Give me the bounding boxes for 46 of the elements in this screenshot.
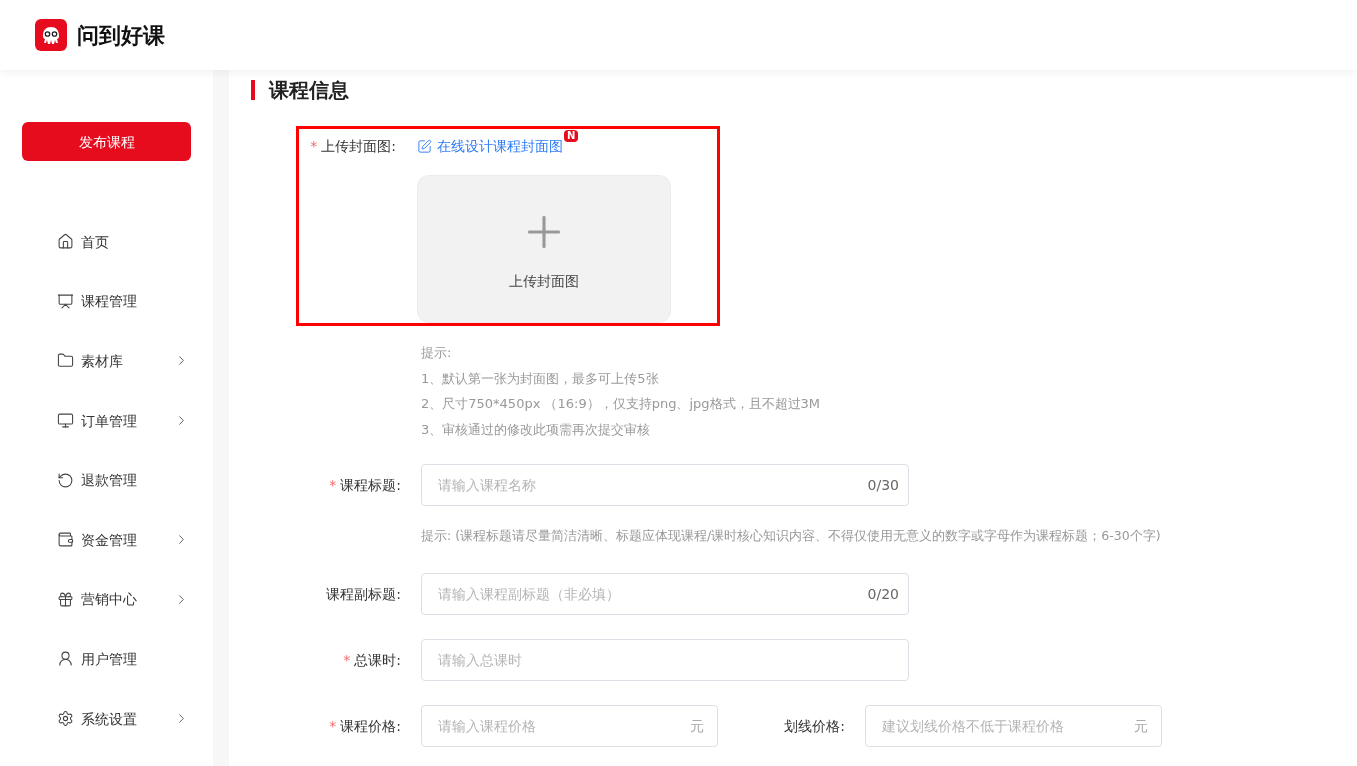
sidebar-item[interactable]: 退款管理 xyxy=(0,450,213,510)
required-mark: * xyxy=(329,476,337,495)
new-badge: N xyxy=(564,130,579,142)
character-counter: 0/30 xyxy=(867,476,899,495)
wallet-icon xyxy=(57,531,74,549)
sidebar-item[interactable]: 课程管理 xyxy=(0,271,213,332)
user-icon xyxy=(57,650,74,668)
edit-icon xyxy=(417,138,432,154)
field-label: 课程价格: xyxy=(340,716,401,736)
tip-text: 2、尺寸750*450px （16:9），仅支持png、jpg格式，且不超过3M xyxy=(421,395,821,413)
character-counter: 0/20 xyxy=(867,584,899,604)
upload-cover-button[interactable]: 上传封面图 xyxy=(417,175,671,323)
required-mark: * xyxy=(310,137,318,156)
octopus-logo-icon xyxy=(35,19,67,51)
sidebar-item[interactable]: 素材库 xyxy=(0,331,213,391)
field-label: 课程副标题: xyxy=(326,584,401,604)
presentation-icon xyxy=(57,292,74,310)
sidebar-item[interactable]: 营销中心 xyxy=(0,569,213,630)
sidebar-item[interactable]: 资金管理 xyxy=(0,509,213,570)
required-mark: * xyxy=(343,650,351,670)
refund-icon xyxy=(57,471,74,489)
field-label: 总课时: xyxy=(354,650,401,670)
sidebar-item[interactable]: 用户管理 xyxy=(0,629,213,689)
tip-text: 3、审核通过的修改此项需再次提交审核 xyxy=(421,420,652,439)
gift-icon xyxy=(57,590,74,608)
settings-icon xyxy=(57,710,74,728)
field-label: 课程标题: xyxy=(340,476,401,495)
sidebar-item[interactable]: 首页 xyxy=(0,212,213,272)
required-mark: * xyxy=(329,716,337,736)
logo-text: 问到好课 xyxy=(77,21,165,50)
field-label: 上传封面图: xyxy=(321,137,396,156)
field-label: 划线价格: xyxy=(784,716,845,736)
currency-unit: 元 xyxy=(1134,716,1148,736)
monitor-icon xyxy=(57,412,74,430)
section-title: 课程信息 xyxy=(269,77,349,104)
folder-icon xyxy=(57,352,74,370)
title-accent-bar xyxy=(251,80,255,100)
home-icon xyxy=(57,233,74,251)
design-cover-link[interactable]: 在线设计课程封面图 xyxy=(417,136,563,156)
publish-course-button[interactable]: 发布课程 xyxy=(22,122,191,161)
tip-text: 提示: xyxy=(421,344,453,362)
input-field[interactable]: 请输入总课时 xyxy=(421,638,909,681)
sidebar-item[interactable]: 订单管理 xyxy=(0,390,213,451)
sidebar-item[interactable]: 系统设置 xyxy=(0,688,213,749)
currency-unit: 元 xyxy=(690,716,704,736)
hint-text: 提示: (课程标题请尽量简洁清晰、标题应体现课程/课时核心知识内容、不得仅使用无意义的数字或字母作为课程标题；6-30个字) xyxy=(421,527,1162,545)
